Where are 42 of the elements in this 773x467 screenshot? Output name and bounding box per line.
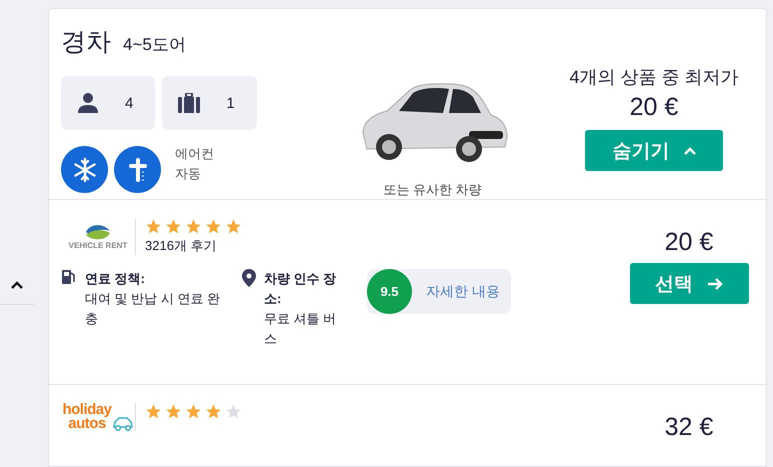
- select-button[interactable]: 선택: [630, 263, 748, 304]
- chevron-up-icon: [684, 146, 696, 154]
- star-icon: [145, 218, 162, 235]
- star-icon: [165, 218, 182, 235]
- offer-price: 32 €: [664, 413, 714, 442]
- suitcase-icon: [178, 93, 200, 113]
- pickup-location-text: 차량 인수 장소: 무료 셔틀 버스: [264, 270, 338, 348]
- star-icon: [165, 403, 182, 420]
- fuel-pump-icon: [61, 269, 77, 285]
- arrow-right-icon: [707, 278, 723, 290]
- star-icon: [225, 218, 242, 235]
- rating-details-button[interactable]: 9.5 자세한 내용: [367, 269, 511, 314]
- spec-chip: 1: [162, 76, 257, 130]
- person-icon: [77, 93, 99, 113]
- category-title: 경차: [61, 27, 111, 58]
- review-count[interactable]: 3216개 후기: [145, 237, 242, 255]
- map-pin-icon: [242, 269, 256, 287]
- image-caption: 또는 유사한 차량: [383, 181, 482, 199]
- rating-score: 9.5: [367, 269, 412, 314]
- star-icon: [145, 403, 162, 420]
- star-icon: [225, 403, 242, 420]
- star-icon: [185, 218, 202, 235]
- gear-shift-icon: [114, 146, 161, 193]
- logo-text: VEHICLE RENT: [68, 240, 128, 250]
- lowest-price: 20 €: [630, 93, 678, 122]
- fuel-policy-text: 연료 정책: 대여 및 반납 시 연료 완충: [85, 270, 222, 328]
- doors-label: 4~5도어: [123, 34, 186, 56]
- feature-label: 에어컨: [175, 144, 214, 162]
- star-icon: [205, 403, 222, 420]
- offer-price: 20 €: [664, 228, 714, 257]
- car-icon: [112, 417, 134, 431]
- star-icon: [185, 403, 202, 420]
- spec-chip: 4: [61, 76, 156, 130]
- snowflake-icon: [61, 146, 108, 193]
- offer-count: 4개의 상품 중 최저가: [569, 66, 738, 89]
- chevron-up-icon: [11, 281, 23, 289]
- feature-label: 자동: [175, 164, 202, 182]
- logo-text: holiday: [62, 403, 112, 417]
- logo-emblem-icon: [84, 222, 112, 240]
- star-icon: [205, 218, 222, 235]
- logo-text: autos: [68, 417, 106, 431]
- hide-button[interactable]: 숨기기: [585, 130, 723, 171]
